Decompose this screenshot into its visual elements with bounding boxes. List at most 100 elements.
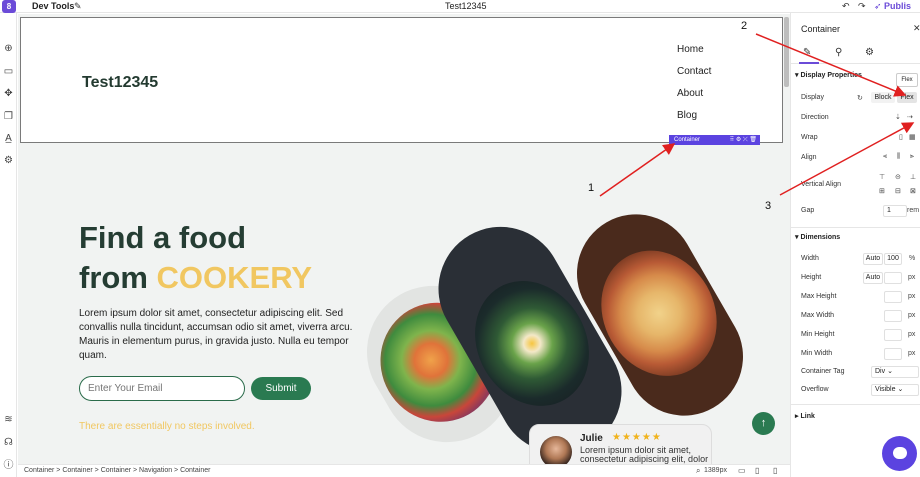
min-width-unit[interactable]: px [908,350,915,357]
display-flex-option[interactable]: Flex [897,92,917,103]
layers-icon[interactable]: ≋ [3,414,14,425]
reset-icon[interactable]: ↻ [857,94,863,102]
app-logo[interactable]: 8 [2,0,16,13]
breadcrumb-item[interactable]: Container [62,467,92,474]
container-tag-label: Container Tag [801,368,845,375]
divider [791,227,920,228]
hero-heading-line1[interactable]: Find a food [79,220,246,256]
edit-pencil-icon[interactable]: ✎ [74,1,82,12]
add-element-icon[interactable]: ⊕ [3,43,14,54]
valign-top-icon[interactable]: ⊤ [879,173,885,181]
email-input[interactable] [79,376,245,401]
pages-icon[interactable]: ❐ [3,111,14,122]
nav-item-contact[interactable]: Contact [677,66,711,77]
height-auto-button[interactable]: Auto [863,272,883,284]
review-card[interactable]: Julie ★★★★★ Lorem ipsum dolor sit amet, … [529,424,712,464]
nowrap-icon[interactable]: ▯ [899,133,903,141]
tab-style-brush-icon[interactable]: ✎ [803,47,811,58]
steps-text[interactable]: There are essentially no steps involved. [79,421,255,432]
breadcrumb-item[interactable]: Container [180,467,210,474]
redo-icon[interactable]: ↷ [858,1,866,12]
valign-stretch-icon[interactable]: ⊞ [879,187,885,195]
valign-bottom-icon[interactable]: ⊥ [910,173,916,181]
width-auto-button[interactable]: Auto [863,253,883,265]
breadcrumb: Container > Container > Container > Navi… [24,467,211,474]
gap-label: Gap [801,207,815,214]
overflow-select[interactable]: Visible ⌄ [871,384,919,396]
submit-button[interactable]: Submit [251,377,311,400]
valign-baseline-icon[interactable]: ⊟ [895,187,901,195]
nav-item-about[interactable]: About [677,88,703,99]
status-bar: Container > Container > Container > Navi… [18,464,790,477]
wrap-icon[interactable]: ▦ [909,133,916,141]
chat-support-button[interactable] [882,436,917,471]
editor-canvas[interactable]: Test12345 Home Contact About Blog Contai… [18,14,790,464]
app-title[interactable]: Dev Tools [32,1,74,11]
container-tag-select[interactable]: Div ⌄ [871,366,919,378]
dimensions-section[interactable]: ▾ Dimensions [795,233,840,241]
navigation-container[interactable]: Test12345 Home Contact About Blog Contai… [20,17,783,145]
container-tag-value: Div [875,368,886,375]
publish-button[interactable]: Publis [884,1,911,11]
reviewer-name: Julie [580,433,603,444]
display-block-option[interactable]: Block [871,92,895,103]
min-height-input[interactable] [884,329,902,341]
tab-interaction-icon[interactable]: ⚲ [835,47,842,58]
panel-tabs: ✎ ⚲ ⚙ [791,42,920,64]
height-unit[interactable]: px [908,274,915,281]
max-height-unit[interactable]: px [908,293,915,300]
headset-icon[interactable]: ☊ [3,437,14,448]
annotation-label-2: 2 [741,20,748,32]
flex-tooltip: Flex [896,73,918,87]
gap-input[interactable]: 1 [883,205,907,217]
valign-space-icon[interactable]: ⊠ [910,187,916,195]
display-properties-section[interactable]: ▾ Display Properties [795,71,862,79]
container-badge-actions-icon[interactable]: ⠿ ⚙ ⤫ 🗑 [730,135,757,145]
site-brand[interactable]: Test12345 [82,74,158,92]
typography-icon[interactable]: A̲ [3,133,14,144]
canvas-width-readout: 1389px [704,467,727,474]
tab-settings-gear-icon[interactable]: ⚙ [865,47,874,58]
section-icon[interactable]: ▭ [3,66,14,77]
breadcrumb-item[interactable]: Container [101,467,131,474]
scroll-up-button[interactable]: ↑ [752,412,775,435]
direction-row-icon[interactable]: ⇢ [907,113,913,121]
breadcrumb-item[interactable]: Container [24,467,54,474]
min-height-unit[interactable]: px [908,331,915,338]
active-tab-indicator [799,62,819,64]
nav-item-blog[interactable]: Blog [677,110,697,121]
direction-column-icon[interactable]: ⇣ [895,113,901,121]
hero-paragraph[interactable]: Lorem ipsum dolor sit amet, consectetur … [79,307,364,363]
components-icon[interactable]: ✥ [3,88,14,99]
desktop-view-icon[interactable]: ▭ [738,466,746,475]
max-width-unit[interactable]: px [908,312,915,319]
close-icon[interactable]: ✕ [913,23,920,34]
max-width-input[interactable] [884,310,902,322]
align-left-icon[interactable]: ⫷ [883,153,887,161]
valign-middle-icon[interactable]: ⊝ [895,173,901,181]
link-section[interactable]: ▸ Link [795,412,815,420]
settings-gear-icon[interactable]: ⚙ [3,155,14,166]
vertical-align-label: Vertical Align [801,181,842,188]
info-icon[interactable]: ⓘ [3,460,14,471]
gap-unit[interactable]: rem [907,207,919,214]
canvas-scrollbar[interactable] [784,17,789,87]
min-width-input[interactable] [884,348,902,360]
nav-item-home[interactable]: Home [677,44,704,55]
left-toolbar: ⊕ ▭ ✥ ❐ A̲ ⚙ ≋ ☊ ⓘ [0,13,17,477]
width-input[interactable]: 100 [884,253,902,265]
annotation-label-1: 1 [588,182,595,194]
align-center-icon[interactable]: ⫼ [897,153,900,161]
container-selection-badge[interactable]: Container ⠿ ⚙ ⤫ 🗑 [669,135,760,145]
align-right-icon[interactable]: ⫸ [910,153,914,161]
divider [791,404,920,405]
display-section-label: Display Properties [800,72,862,79]
tablet-view-icon[interactable]: ▯ [755,466,759,475]
hero-heading-line2[interactable]: from COOKERY [79,260,312,296]
undo-icon[interactable]: ↶ [842,1,850,12]
breadcrumb-item[interactable]: Navigation [139,467,172,474]
mobile-view-icon[interactable]: ▯ [773,466,777,475]
max-height-input[interactable] [884,291,902,303]
width-unit[interactable]: % [909,255,915,262]
height-input[interactable] [884,272,902,284]
